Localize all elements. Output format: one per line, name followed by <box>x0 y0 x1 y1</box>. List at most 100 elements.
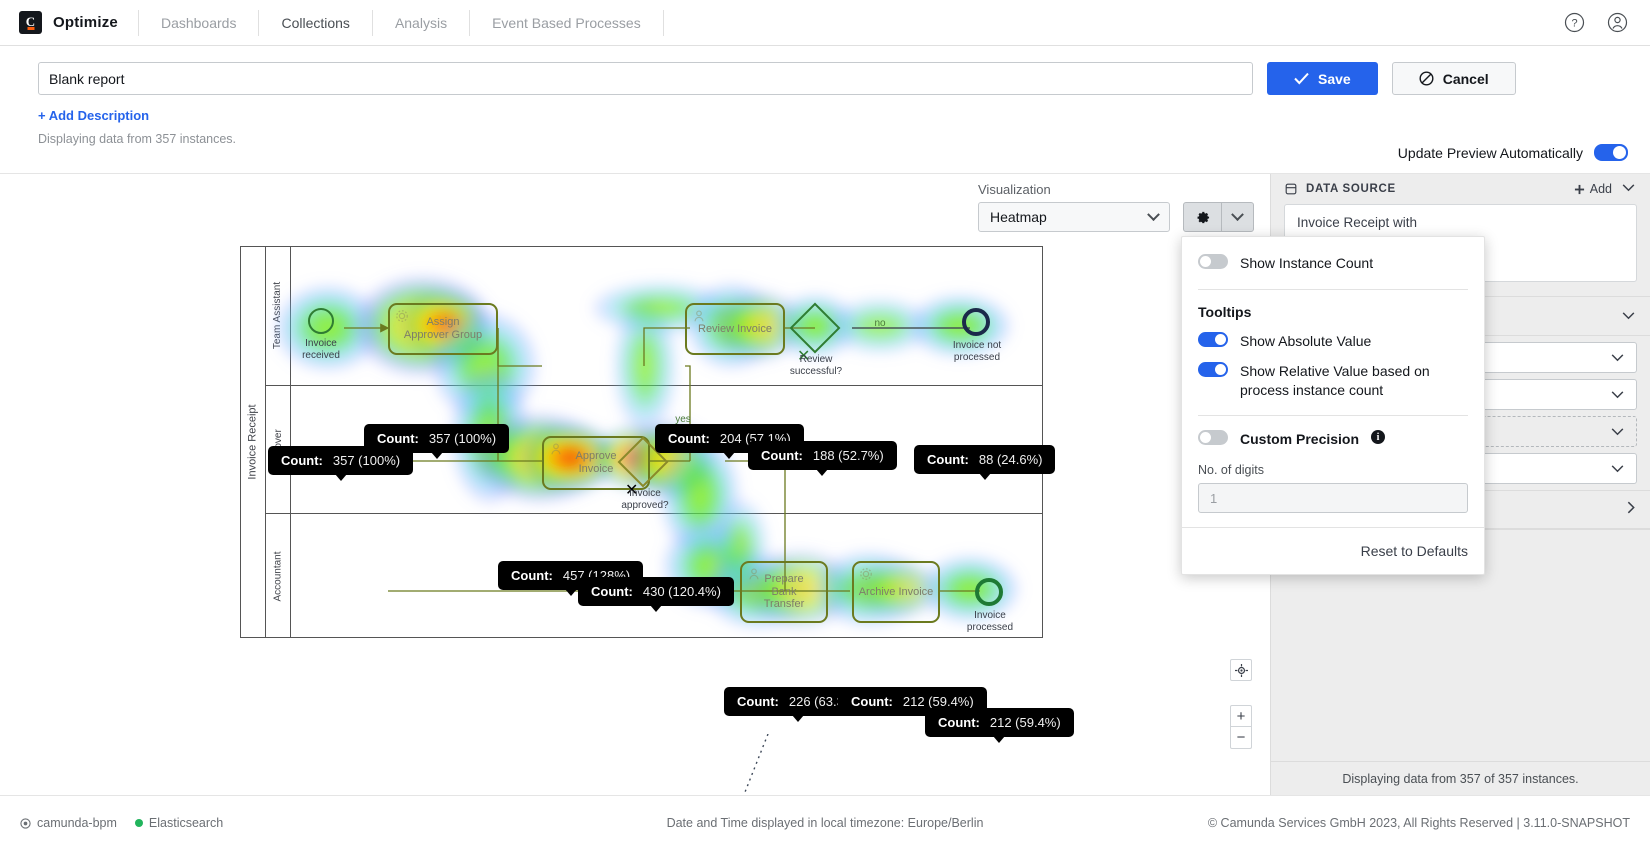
nav-item-analysis[interactable]: Analysis <box>373 0 469 46</box>
bpmn-node-invoice-not-processed[interactable] <box>962 308 990 336</box>
tooltip-key: Count: <box>737 694 779 709</box>
nav-item-collections[interactable]: Collections <box>259 0 371 46</box>
footer-engine-label: camunda-bpm <box>37 816 117 830</box>
nav-divider <box>662 9 664 36</box>
check-icon <box>1294 72 1309 85</box>
user-task-icon <box>551 443 561 455</box>
visualization-config-popover: Show Instance Count Tooltips Show Absolu… <box>1181 236 1485 576</box>
popover-footer: Reset to Defaults <box>1182 527 1484 574</box>
show-instance-count-row[interactable]: Show Instance Count <box>1198 254 1468 273</box>
tooltip-value: 212 (59.4%) <box>989 715 1061 730</box>
add-description-link[interactable]: + Add Description <box>38 108 1628 123</box>
config-select-2-chevron-down-icon[interactable] <box>1609 387 1626 402</box>
show-absolute-value-label: Show Absolute Value <box>1240 332 1372 349</box>
tooltip-key: Count: <box>927 452 969 467</box>
config-select-3-chevron-down-icon[interactable] <box>1609 424 1626 439</box>
update-preview-toggle[interactable] <box>1594 144 1628 161</box>
bpmn-node-invoice-received[interactable] <box>308 308 334 334</box>
nav-item-dashboards[interactable]: Dashboards <box>139 0 259 46</box>
info-icon[interactable]: i <box>1371 430 1386 445</box>
popover-divider <box>1198 415 1468 417</box>
database-icon <box>1285 183 1297 195</box>
zoom-in-button[interactable]: + <box>1230 705 1252 727</box>
config-select-4-chevron-down-icon[interactable] <box>1609 461 1626 476</box>
show-absolute-value-toggle[interactable] <box>1198 331 1228 347</box>
bpmn-node-invoice-processed[interactable] <box>975 578 1003 606</box>
chevron-down-icon <box>1147 207 1160 221</box>
user-circle-icon[interactable] <box>1607 12 1628 33</box>
top-nav-actions: ? <box>1564 12 1650 33</box>
show-absolute-value-row[interactable]: Show Absolute Value <box>1198 331 1468 351</box>
show-relative-value-row[interactable]: Show Relative Value based on process ins… <box>1198 362 1468 399</box>
tooltip-value: 188 (52.7%) <box>812 448 884 463</box>
brand-name: Optimize <box>53 14 118 31</box>
show-instance-count-toggle[interactable] <box>1198 254 1228 269</box>
config-select-1-chevron-down-icon[interactable] <box>1609 350 1626 365</box>
bpmn-flow-label-no: no <box>874 318 886 329</box>
gear-icon[interactable] <box>1184 203 1221 231</box>
config-chevron-down-icon[interactable] <box>1221 203 1253 231</box>
visualization-select-wrap: Visualization Heatmap <box>978 182 1170 232</box>
tooltip-key: Count: <box>938 715 980 730</box>
instances-note: Displaying data from 357 instances. <box>38 132 237 146</box>
top-navigation: C Optimize Dashboards Collections Analys… <box>0 0 1650 46</box>
plus-icon <box>1574 184 1584 194</box>
tooltip-key: Count: <box>591 584 633 599</box>
reset-to-defaults-button[interactable]: Reset to Defaults <box>1361 543 1468 559</box>
bpmn-label-invoice-approved: Invoice approved? <box>621 488 669 511</box>
svg-text:?: ? <box>1571 18 1577 30</box>
custom-precision-label: Custom Precision <box>1240 431 1360 448</box>
nav-item-event-based-processes[interactable]: Event Based Processes <box>470 0 663 46</box>
service-task-icon <box>860 568 872 580</box>
crosshair-icon <box>1234 663 1248 677</box>
tooltip-key: Count: <box>511 568 553 583</box>
data-source-collapse-chevron-down-icon[interactable] <box>1620 183 1637 195</box>
config-row-1-chevron-down-icon[interactable] <box>1620 307 1637 325</box>
bpmn-node-review-successful[interactable]: ✕ <box>789 302 841 365</box>
bpmn-node-label: Archive Invoice <box>858 585 934 598</box>
add-label: Add <box>1589 182 1612 196</box>
cancel-button[interactable]: Cancel <box>1391 62 1516 95</box>
bpmn-node-review-invoice[interactable]: Review Invoice <box>685 303 785 355</box>
tooltip-key: Count: <box>668 431 710 446</box>
help-circle-icon[interactable]: ? <box>1564 12 1585 33</box>
bpmn-node-label: Prepare Bank Transfer <box>763 572 805 611</box>
zoom-out-button[interactable]: − <box>1230 727 1252 749</box>
visualization-config-button[interactable] <box>1183 202 1254 232</box>
config-expand-chevron-right-icon[interactable] <box>1625 501 1637 519</box>
tooltip-review-successful: Count: 188 (52.7%) <box>748 441 897 476</box>
footer-copyright: © Camunda Services GmbH 2023, All Rights… <box>1207 816 1630 830</box>
update-preview-label: Update Preview Automatically <box>1397 144 1583 161</box>
visualization-label: Visualization <box>978 182 1051 197</box>
show-relative-value-label: Show Relative Value based on process ins… <box>1240 363 1430 398</box>
report-title-input[interactable] <box>38 62 1253 95</box>
custom-precision-toggle[interactable] <box>1198 430 1228 446</box>
data-source-section-header: DATA SOURCE Add <box>1271 174 1650 204</box>
user-task-icon <box>694 310 704 322</box>
brand[interactable]: C Optimize <box>0 11 138 34</box>
tooltip-value: 430 (120.4%) <box>642 584 721 599</box>
add-data-source-button[interactable]: Add <box>1574 182 1612 196</box>
visualization-controls: Visualization Heatmap <box>978 182 1254 232</box>
save-button[interactable]: Save <box>1267 62 1378 95</box>
footer-engine-status: camunda-bpm <box>20 816 117 830</box>
show-relative-value-toggle[interactable] <box>1198 362 1228 378</box>
bpmn-node-prepare-bank-transfer[interactable]: Prepare Bank Transfer <box>740 561 828 623</box>
bpmn-label-invoice-not-processed: Invoice not processed <box>952 340 1002 363</box>
tooltip-value: 357 (100%) <box>332 453 401 468</box>
footer-search-engine-label: Elasticsearch <box>148 816 224 830</box>
custom-precision-row[interactable]: Custom Precision i <box>1198 430 1468 449</box>
reset-zoom-button[interactable] <box>1230 659 1252 681</box>
tooltip-key: Count: <box>281 453 323 468</box>
panel-footer-note: Displaying data from 357 of 357 instance… <box>1271 761 1650 795</box>
bpmn-node-archive-invoice[interactable]: Archive Invoice <box>852 561 940 623</box>
tooltip-value: 357 (100%) <box>428 431 497 446</box>
no-of-digits-input[interactable]: 1 <box>1198 483 1468 514</box>
bpmn-node-assign-approver-group[interactable]: Assign Approver Group <box>388 303 498 355</box>
bpmn-label-invoice-processed: Invoice processed <box>966 610 1014 633</box>
visualization-select[interactable]: Heatmap <box>978 202 1170 232</box>
tooltip-invoice-processed: Count: 212 (59.4%) <box>925 708 1074 743</box>
tooltip-assign-approver-group: Count: 357 (100%) <box>364 424 510 459</box>
bpmn-label-review-successful: Review successful? <box>789 354 843 377</box>
tooltip-value: 88 (24.6%) <box>978 452 1043 467</box>
